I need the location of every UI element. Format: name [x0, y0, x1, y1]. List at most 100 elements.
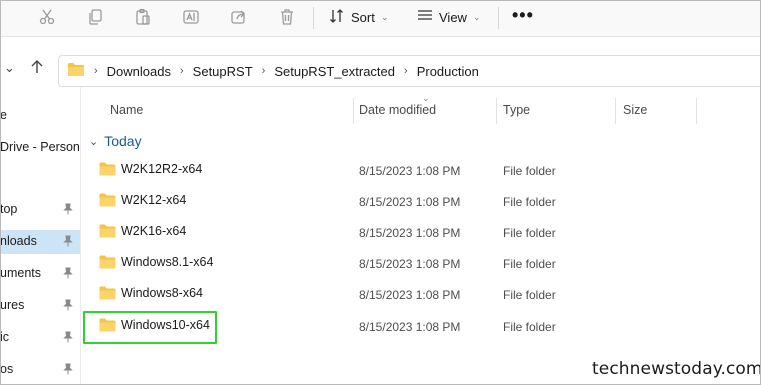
row-date: 8/15/2023 1:08 PM — [359, 164, 461, 178]
folder-name: W2K12-x64 — [99, 193, 186, 207]
explorer-window: Sort ⌄ View ⌄ ••• ⌄ › Downloads › SetupR… — [0, 0, 761, 385]
row-type: File folder — [503, 288, 556, 302]
pin-icon — [63, 203, 73, 215]
folder-icon — [99, 224, 116, 238]
breadcrumb-chevron-icon[interactable]: › — [262, 65, 266, 77]
delete-icon[interactable] — [277, 7, 297, 27]
up-arrow-icon[interactable] — [30, 60, 44, 77]
sort-icon — [329, 8, 345, 27]
row-type: File folder — [503, 226, 556, 240]
sort-label: Sort — [351, 9, 375, 25]
row-date: 8/15/2023 1:08 PM — [359, 288, 461, 302]
address-bar[interactable]: › Downloads › SetupRST › SetupRST_extrac… — [58, 55, 760, 87]
breadcrumb-chevron-icon[interactable]: › — [404, 65, 408, 77]
share-icon[interactable] — [229, 7, 249, 27]
folder-icon — [99, 193, 116, 207]
group-header-today[interactable]: ⌄ Today — [89, 133, 142, 149]
command-bar: Sort ⌄ View ⌄ ••• — [1, 1, 760, 37]
row-date: 8/15/2023 1:08 PM — [359, 320, 461, 334]
row-type: File folder — [503, 164, 556, 178]
group-label: Today — [104, 133, 142, 149]
table-row[interactable]: W2K12R2-x64 8/15/2023 1:08 PM File folde… — [82, 155, 760, 186]
folder-icon — [99, 286, 116, 300]
pin-icon — [63, 235, 73, 247]
sidebar-item-videos[interactable]: os — [1, 358, 80, 382]
table-row[interactable]: W2K12-x64 8/15/2023 1:08 PM File folder — [82, 186, 760, 217]
view-icon — [417, 9, 433, 26]
breadcrumb-chevron-icon[interactable]: › — [180, 65, 184, 77]
breadcrumb-setuprst[interactable]: SetupRST — [193, 64, 253, 79]
pin-icon — [63, 331, 73, 343]
chevron-down-icon: ⌄ — [89, 135, 99, 148]
cut-icon[interactable] — [37, 7, 57, 27]
column-header-size[interactable]: Size — [623, 103, 647, 117]
paste-icon[interactable] — [133, 7, 153, 27]
folder-icon — [67, 62, 85, 80]
sidebar-item-downloads[interactable]: nloads — [1, 230, 80, 254]
sidebar-item-label: ic — [1, 330, 10, 344]
column-header-date-modified[interactable]: Date modified — [359, 103, 436, 117]
sidebar-item-label: os — [1, 362, 14, 376]
recent-locations-chevron-icon[interactable]: ⌄ — [4, 60, 15, 76]
row-type: File folder — [503, 257, 556, 271]
folder-icon — [99, 255, 116, 269]
toolbar-divider — [498, 7, 499, 29]
row-name-label: W2K16-x64 — [121, 224, 187, 238]
more-options-button[interactable]: ••• — [512, 6, 534, 24]
folder-name: Windows8.1-x64 — [99, 255, 213, 269]
sidebar-item-label: e — [1, 108, 7, 122]
file-list: ⌄ Name Date modified Type Size ⌄ Today W… — [82, 87, 760, 384]
column-divider[interactable] — [353, 98, 354, 124]
row-name-label: Windows8.1-x64 — [121, 255, 214, 269]
folder-name: Windows8-x64 — [99, 286, 203, 300]
row-type: File folder — [503, 320, 556, 334]
sidebar-item-label: nloads — [1, 234, 37, 248]
row-date: 8/15/2023 1:08 PM — [359, 257, 461, 271]
column-divider[interactable] — [615, 98, 616, 124]
view-button[interactable]: View ⌄ — [417, 6, 481, 28]
table-row[interactable]: Windows8.1-x64 8/15/2023 1:08 PM File fo… — [82, 248, 760, 279]
column-header-name[interactable]: Name — [110, 103, 143, 117]
sidebar-item-label: Drive - Persona — [1, 140, 81, 154]
folder-icon — [99, 162, 116, 176]
chevron-down-icon: ⌄ — [472, 11, 481, 22]
row-date: 8/15/2023 1:08 PM — [359, 195, 461, 209]
folder-name: W2K16-x64 — [99, 224, 186, 238]
highlight-box — [83, 311, 217, 344]
view-label: View — [439, 9, 467, 25]
pin-icon — [63, 363, 73, 375]
row-name-label: W2K12-x64 — [121, 193, 187, 207]
sidebar-item-desktop[interactable]: top — [1, 198, 80, 222]
sidebar-item-home[interactable]: e — [1, 104, 80, 128]
rename-icon[interactable] — [181, 7, 201, 27]
sidebar-item-label: ures — [1, 298, 25, 312]
row-type: File folder — [503, 195, 556, 209]
breadcrumb-downloads[interactable]: Downloads — [107, 64, 171, 79]
folder-name: W2K12R2-x64 — [99, 162, 202, 176]
toolbar-divider — [313, 7, 314, 29]
pin-icon — [63, 299, 73, 311]
column-header-type[interactable]: Type — [503, 103, 530, 117]
sidebar-item-onedrive[interactable]: Drive - Persona — [1, 136, 81, 160]
column-divider[interactable] — [496, 98, 497, 124]
chevron-down-icon: ⌄ — [380, 11, 389, 22]
sidebar-item-pictures[interactable]: ures — [1, 294, 80, 318]
sidebar-item-documents[interactable]: uments — [1, 262, 80, 286]
row-name-label: W2K12R2-x64 — [121, 162, 203, 176]
column-divider[interactable] — [696, 98, 697, 124]
table-row[interactable]: Windows8-x64 8/15/2023 1:08 PM File fold… — [82, 279, 760, 310]
row-date: 8/15/2023 1:08 PM — [359, 226, 461, 240]
sort-button[interactable]: Sort ⌄ — [329, 6, 388, 28]
breadcrumb-setuprst-extracted[interactable]: SetupRST_extracted — [274, 64, 395, 79]
copy-icon[interactable] — [85, 7, 105, 27]
row-name-label: Windows8-x64 — [121, 286, 203, 300]
table-row[interactable]: W2K16-x64 8/15/2023 1:08 PM File folder — [82, 217, 760, 248]
navigation-pane: e Drive - Persona top nloads uments ures… — [1, 87, 81, 384]
pin-icon — [63, 267, 73, 279]
navigation-row: ⌄ › Downloads › SetupRST › SetupRST_extr… — [1, 37, 760, 87]
breadcrumb-chevron-icon[interactable]: › — [94, 65, 98, 77]
sidebar-item-label: uments — [1, 266, 41, 280]
breadcrumb-production[interactable]: Production — [417, 64, 479, 79]
sidebar-item-music[interactable]: ic — [1, 326, 80, 350]
watermark: technewstoday.com — [592, 359, 761, 379]
